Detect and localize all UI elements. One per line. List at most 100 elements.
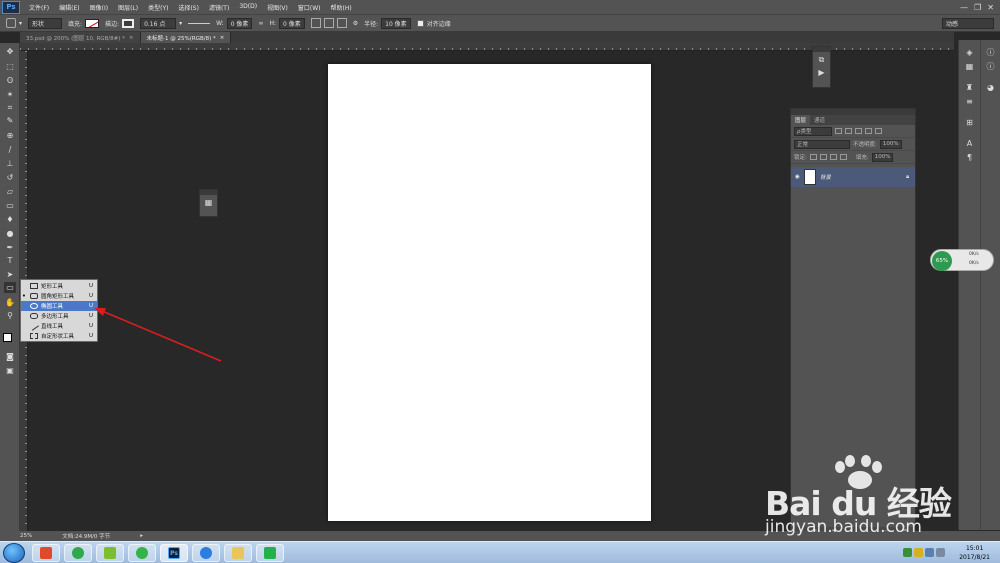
eyedropper-icon[interactable]: ✎: [4, 115, 16, 126]
foreground-color-swatch[interactable]: [3, 333, 12, 342]
dodge-icon[interactable]: ●: [4, 228, 16, 239]
color-icon[interactable]: ◕: [985, 82, 996, 92]
system-clock[interactable]: 15:01 2017/8/21: [959, 544, 990, 562]
flyout-ellipse-tool[interactable]: 椭圆工具 U: [21, 301, 97, 311]
filter-smart-icon[interactable]: [875, 128, 882, 134]
menu-layer[interactable]: 图层(L): [113, 3, 143, 12]
panel-header[interactable]: [813, 47, 830, 52]
properties-icon[interactable]: ▦: [200, 198, 217, 207]
history-brush-icon[interactable]: ↺: [4, 172, 16, 183]
filter-type-icon[interactable]: [855, 128, 862, 134]
tray-network-icon[interactable]: [925, 548, 934, 557]
chevron-right-icon[interactable]: ▸: [140, 533, 143, 539]
crop-icon[interactable]: ⌗: [4, 102, 16, 113]
shape-icon[interactable]: ▭: [4, 282, 16, 293]
path-select-icon[interactable]: ➤: [4, 269, 16, 280]
align-edges-checkbox[interactable]: [416, 19, 424, 27]
history-icon[interactable]: ⧉: [813, 55, 830, 65]
brush-icon[interactable]: ∕: [4, 144, 16, 155]
filter-pixel-icon[interactable]: [835, 128, 842, 134]
flyout-custom-shape-tool[interactable]: 自定形状工具 U: [21, 331, 97, 341]
marquee-icon[interactable]: ⬚: [4, 61, 16, 72]
radius-input[interactable]: 10 像素: [381, 17, 411, 29]
close-icon[interactable]: ×: [129, 35, 134, 41]
zoom-icon[interactable]: ⚲: [4, 310, 16, 321]
info-icon[interactable]: ⓘ: [985, 47, 996, 57]
pen-icon[interactable]: ✒: [4, 242, 16, 253]
close-button[interactable]: ✕: [987, 3, 994, 12]
link-icon[interactable]: ∞: [258, 20, 263, 27]
tab-33-psd[interactable]: 33.psd @ 200% (图层 10, RGB/8#) * ×: [20, 32, 141, 43]
play-icon[interactable]: ▶: [813, 68, 830, 77]
opacity-input[interactable]: 100%: [879, 139, 902, 149]
layer-kind-select[interactable]: ρ类型: [794, 126, 832, 136]
floating-panel-history[interactable]: ⧉ ▶: [812, 46, 831, 88]
fill-input[interactable]: 100%: [871, 152, 894, 162]
eraser-icon[interactable]: ▱: [4, 186, 16, 197]
eye-icon[interactable]: ◉: [795, 174, 800, 180]
hand-icon[interactable]: ✋: [4, 297, 16, 308]
move-icon[interactable]: ✥: [4, 46, 16, 57]
brush-preset-icon[interactable]: ♜: [964, 82, 975, 92]
menu-3d[interactable]: 3D(D): [234, 3, 262, 12]
document-canvas[interactable]: [328, 64, 651, 521]
chevron-down-icon[interactable]: ▾: [179, 20, 182, 27]
taskbar-browser-icon[interactable]: [64, 544, 92, 562]
tab-layers[interactable]: 图层: [791, 115, 811, 125]
filter-shape-icon[interactable]: [865, 128, 872, 134]
filter-adjust-icon[interactable]: [845, 128, 852, 134]
navigator-icon[interactable]: ⓘ: [985, 61, 996, 71]
menu-image[interactable]: 图像(I): [85, 3, 113, 12]
swatches-icon[interactable]: ▦: [964, 61, 975, 71]
taskbar-photoshop-icon[interactable]: Ps: [160, 544, 188, 562]
quick-mask-icon[interactable]: ◙: [4, 351, 16, 362]
minimize-button[interactable]: —: [960, 3, 968, 12]
taskbar-cloud-icon[interactable]: [192, 544, 220, 562]
3d-icon[interactable]: ◈: [964, 47, 975, 57]
stroke-type-picker[interactable]: [188, 22, 211, 24]
taskbar-wechat-icon[interactable]: [128, 544, 156, 562]
blend-mode-select[interactable]: 正常: [794, 139, 850, 149]
menu-edit[interactable]: 编辑(E): [54, 3, 84, 12]
tray-app-icon[interactable]: [914, 548, 923, 557]
menu-window[interactable]: 窗口(W): [293, 3, 326, 12]
tool-preset-picker[interactable]: ▾: [6, 18, 22, 28]
height-input[interactable]: 0 像素: [278, 17, 305, 29]
panel-header[interactable]: [200, 190, 217, 195]
menu-help[interactable]: 帮助(H): [326, 3, 357, 12]
stamp-icon[interactable]: ⊥: [4, 158, 16, 169]
workspace-select[interactable]: 动感: [942, 17, 994, 29]
screen-mode-icon[interactable]: ▣: [4, 365, 16, 376]
tray-security-icon[interactable]: [903, 548, 912, 557]
menu-file[interactable]: 文件(F): [24, 3, 54, 12]
adjustments-icon[interactable]: ≡: [964, 96, 975, 106]
close-icon[interactable]: ×: [220, 35, 225, 41]
lock-transparent-icon[interactable]: [809, 154, 817, 160]
tab-channels[interactable]: 通道: [810, 115, 829, 125]
type-icon[interactable]: T: [4, 255, 16, 266]
flyout-line-tool[interactable]: 直线工具 U: [21, 321, 97, 331]
start-button[interactable]: [3, 543, 25, 563]
network-speed-widget[interactable]: 65% 0K/s 0K/s: [930, 249, 994, 271]
magic-wand-icon[interactable]: ✶: [4, 89, 16, 100]
blur-icon[interactable]: ♦: [4, 214, 16, 225]
menu-select[interactable]: 选择(S): [173, 3, 204, 12]
taskbar-folder-icon[interactable]: [224, 544, 252, 562]
lock-position-icon[interactable]: [829, 154, 837, 160]
tray-volume-icon[interactable]: [936, 548, 945, 557]
healing-icon[interactable]: ⊕: [4, 130, 16, 141]
taskbar-wps-icon[interactable]: [256, 544, 284, 562]
paths-icon[interactable]: ⊞: [964, 117, 975, 127]
layer-name[interactable]: 背景: [820, 173, 831, 181]
stroke-size-input[interactable]: 0.16 点: [140, 17, 177, 29]
tab-untitled-1[interactable]: 未标题-1 @ 25%(RGB/8) * ×: [140, 32, 232, 43]
doc-size[interactable]: 文档:24.9M/0 字节: [62, 532, 110, 540]
taskbar-360-icon[interactable]: [32, 544, 60, 562]
flyout-polygon-tool[interactable]: 多边形工具 U: [21, 311, 97, 321]
character-icon[interactable]: A: [964, 138, 975, 148]
path-ops-icon[interactable]: [310, 18, 321, 28]
lock-pixels-icon[interactable]: [819, 154, 827, 160]
layer-row-background[interactable]: ◉ 背景 🔒︎: [791, 167, 915, 187]
lasso-icon[interactable]: ʘ: [4, 75, 16, 86]
zoom-level[interactable]: 25%: [20, 533, 32, 539]
